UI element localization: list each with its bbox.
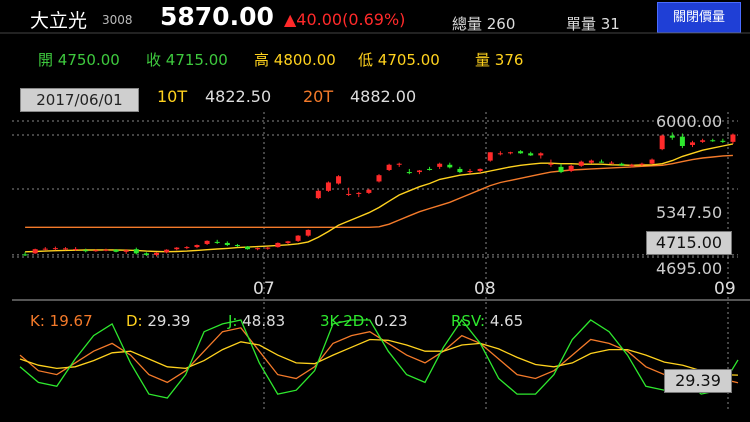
candle-body bbox=[528, 153, 534, 156]
candle-body bbox=[174, 247, 180, 250]
candle-body bbox=[366, 189, 372, 193]
candle-body bbox=[285, 241, 291, 243]
candle-body bbox=[518, 151, 524, 154]
candle-body bbox=[659, 135, 665, 150]
candle-body bbox=[194, 245, 200, 248]
candle-body bbox=[255, 248, 261, 250]
candle-body bbox=[437, 163, 443, 167]
kd-line-j bbox=[19, 318, 739, 399]
candle-body bbox=[568, 165, 574, 172]
j-value: 48.83 bbox=[242, 312, 286, 330]
candle-body bbox=[245, 246, 251, 250]
candle-body bbox=[265, 247, 271, 249]
candle-body bbox=[295, 235, 301, 241]
candle-body bbox=[275, 242, 281, 248]
candle-body bbox=[416, 170, 422, 173]
candle-body bbox=[406, 172, 412, 174]
candle-body bbox=[710, 140, 716, 142]
candle-body bbox=[22, 254, 28, 256]
candle-body bbox=[457, 168, 463, 173]
candle-body bbox=[143, 253, 149, 255]
candle-body bbox=[588, 160, 594, 163]
candle-body bbox=[113, 249, 119, 252]
candle-body bbox=[73, 248, 79, 250]
candle-body bbox=[214, 241, 220, 243]
candle-body bbox=[224, 242, 230, 246]
selected-price-tag: 4715.00 bbox=[646, 231, 732, 255]
candle-body bbox=[427, 168, 433, 170]
candle-body bbox=[356, 192, 362, 194]
rsv-label: RSV: bbox=[451, 312, 486, 330]
candle-body bbox=[689, 142, 695, 145]
candle-body bbox=[507, 152, 513, 154]
axis-label-top: 6000.00 bbox=[656, 112, 723, 131]
candle-body bbox=[639, 163, 645, 165]
kd-selected-tag: 29.39 bbox=[664, 369, 732, 393]
candle-body bbox=[578, 161, 584, 166]
candle-body bbox=[629, 164, 635, 166]
axis-label-bottom: 4695.00 bbox=[656, 259, 723, 278]
candle-body bbox=[669, 135, 675, 138]
candle-body bbox=[467, 171, 473, 173]
d-value: 29.39 bbox=[147, 312, 191, 330]
kd-k: K: 19.67 bbox=[30, 312, 93, 330]
candle-body bbox=[386, 164, 392, 170]
kd-rsv: RSV: 4.65 bbox=[451, 312, 523, 330]
candle-body bbox=[184, 247, 190, 249]
x-tick-07: 07 bbox=[253, 279, 275, 299]
j-label: J: bbox=[228, 312, 238, 330]
candle-body bbox=[154, 252, 160, 255]
candle-body bbox=[325, 182, 331, 191]
candle-body bbox=[234, 245, 240, 247]
k-label: K: bbox=[30, 312, 45, 330]
d-label: D: bbox=[126, 312, 143, 330]
candle-body bbox=[83, 250, 89, 252]
kd-3k2d: 3K-2D: 0.23 bbox=[320, 312, 408, 330]
candle-body bbox=[376, 175, 382, 182]
candle-body bbox=[487, 152, 493, 161]
candle-body bbox=[346, 193, 352, 195]
k-value: 19.67 bbox=[49, 312, 93, 330]
kd-d: D: 29.39 bbox=[126, 312, 190, 330]
candle-body bbox=[133, 249, 139, 254]
ma10-line bbox=[25, 143, 734, 253]
candle-body bbox=[315, 190, 321, 199]
candle-body bbox=[609, 162, 615, 164]
candle-body bbox=[447, 164, 453, 168]
k2d-value: 0.23 bbox=[374, 312, 408, 330]
axis-label-mid: 5347.50 bbox=[656, 203, 723, 222]
candle-body bbox=[32, 249, 38, 254]
candle-body bbox=[598, 161, 604, 163]
x-tick-09: 09 bbox=[714, 279, 736, 299]
chart-canvas[interactable] bbox=[0, 0, 750, 422]
candle-body bbox=[103, 249, 109, 251]
x-tick-08: 08 bbox=[474, 279, 496, 299]
candle-body bbox=[730, 134, 736, 142]
candle-body bbox=[164, 249, 170, 253]
candle-body bbox=[700, 140, 706, 142]
candle-body bbox=[679, 136, 685, 147]
candle-body bbox=[204, 240, 210, 244]
candle-body bbox=[720, 140, 726, 142]
candle-body bbox=[548, 163, 554, 165]
candle-body bbox=[558, 166, 564, 173]
candle-body bbox=[42, 248, 48, 250]
kd-j: J: 48.83 bbox=[228, 312, 285, 330]
candle-body bbox=[497, 153, 503, 155]
rsv-value: 4.65 bbox=[489, 312, 524, 330]
candle-body bbox=[305, 229, 311, 236]
candle-body bbox=[619, 163, 625, 166]
candle-body bbox=[336, 176, 342, 184]
ma20-line bbox=[25, 154, 733, 229]
candle-body bbox=[52, 248, 58, 250]
k2d-label: 3K-2D: bbox=[320, 312, 370, 330]
candle-body bbox=[649, 159, 655, 164]
candle-body bbox=[93, 250, 99, 252]
candle-body bbox=[123, 250, 129, 252]
candle-body bbox=[396, 163, 402, 165]
candle-body bbox=[63, 248, 69, 250]
candle-body bbox=[538, 153, 544, 156]
candle-body bbox=[477, 168, 483, 172]
